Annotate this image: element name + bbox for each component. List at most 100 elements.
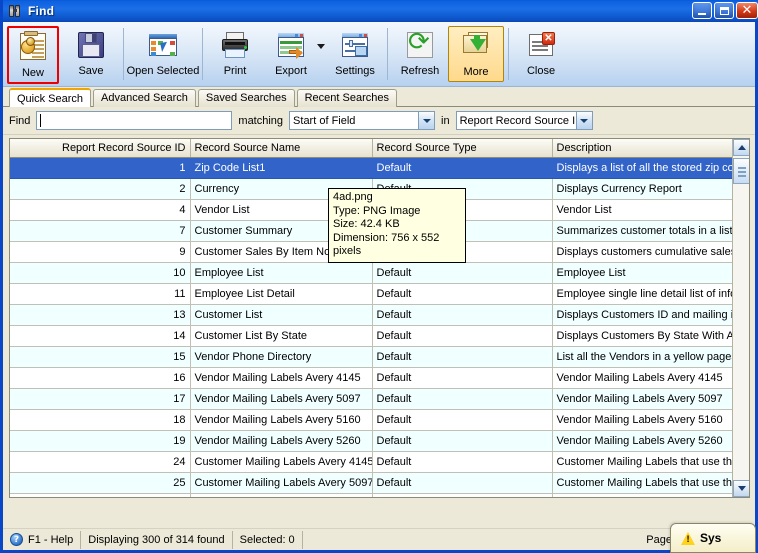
cell-record-source-type: Default [372, 283, 553, 305]
new-button[interactable]: New [7, 26, 59, 84]
print-button[interactable]: Print [207, 26, 263, 82]
close-window-button[interactable]: ✕ [736, 2, 758, 19]
cell-description: Displays Customers ID and mailing in [552, 304, 749, 326]
minimize-button[interactable] [692, 2, 712, 19]
open-selected-button[interactable]: Open Selected [126, 26, 200, 82]
in-select-value: Report Record Source II [459, 114, 576, 127]
cell-record-source-type: Default [372, 325, 553, 347]
title-bar[interactable]: Find ✕ [3, 0, 758, 22]
grid-vertical-scrollbar[interactable] [732, 139, 749, 497]
status-bar: ? F1 - Help Displaying 300 of 314 found … [3, 528, 755, 550]
tab-advanced-search[interactable]: Advanced Search [93, 89, 196, 107]
cell-report-record-source-id: 19 [10, 430, 191, 452]
displaying-label: Displaying 300 of 314 found [88, 533, 225, 546]
table-row[interactable]: 26Customer Mailing Labels Avery 5160Defa… [10, 493, 749, 497]
refresh-button-label: Refresh [400, 65, 440, 77]
export-button[interactable]: Export [263, 26, 325, 82]
cell-record-source-name: Vendor Mailing Labels Avery 5097 [190, 388, 373, 410]
column-header-record-source-type[interactable]: Record Source Type [372, 139, 553, 158]
warning-popup-text: Sys [700, 531, 722, 545]
matching-select[interactable]: Start of Field [289, 111, 436, 130]
file-info-tooltip: 4ad.png Type: PNG Image Size: 42.4 KB Di… [328, 188, 466, 263]
tab-quick-search[interactable]: Quick Search [9, 88, 92, 107]
cell-record-source-type: Default [372, 157, 553, 179]
cell-description: Displays customers cumulative sales [552, 241, 749, 263]
cell-record-source-type: Default [372, 409, 553, 431]
cell-description: Vendor Mailing Labels Avery 4145 [552, 367, 749, 389]
close-button[interactable]: ✕ Close [513, 26, 569, 82]
refresh-button[interactable]: ⟳ Refresh [392, 26, 448, 82]
export-dropdown-arrow-icon[interactable] [317, 44, 325, 49]
new-report-icon [17, 31, 49, 63]
tooltip-size: Size: 42.4 KB [333, 218, 400, 230]
tooltip-type: Type: PNG Image [333, 204, 421, 217]
in-label: in [441, 114, 450, 127]
table-row[interactable]: 13 Customer List Default Displays Customers… [10, 304, 749, 326]
cell-report-record-source-id: 25 [10, 472, 191, 494]
cell-record-source-type: Default [372, 304, 553, 326]
chevron-down-icon[interactable] [418, 112, 435, 129]
tab-saved-searches[interactable]: Saved Searches [197, 89, 295, 107]
help-status-cell[interactable]: ? F1 - Help [3, 530, 82, 549]
tab-advanced-search-label: Advanced Search [101, 92, 188, 104]
save-button[interactable]: Save [63, 26, 119, 82]
printer-icon [219, 29, 251, 61]
column-header-record-source-name[interactable]: Record Source Name [190, 139, 373, 158]
scroll-up-icon[interactable] [733, 139, 749, 156]
table-row[interactable]: 14 Customer List By State Default Displays … [10, 325, 749, 347]
column-header-report-record-source-id[interactable]: Report Record Source ID [10, 139, 191, 158]
toolbar-separator [387, 28, 388, 80]
cell-description: List all the Vendors in a yellow pages [552, 346, 749, 368]
column-header-description[interactable]: Description [552, 139, 749, 158]
window-controls: ✕ [692, 2, 758, 19]
table-row[interactable]: 24 Customer Mailing Labels Avery 4145 Defa… [10, 451, 749, 473]
table-row[interactable]: 17 Vendor Mailing Labels Avery 5097 Defaul… [10, 388, 749, 410]
table-row[interactable]: 25 Customer Mailing Labels Avery 5097 Defa… [10, 472, 749, 494]
chevron-down-icon[interactable] [575, 112, 592, 129]
tooltip-dimension: Dimension: 756 x 552 pixels [333, 231, 440, 258]
tab-recent-searches[interactable]: Recent Searches [296, 89, 397, 107]
export-button-label: Export [275, 65, 307, 77]
selected-status-cell: Selected: 0 [233, 530, 303, 549]
table-row[interactable]: 11 Employee List Detail Default Employee si… [10, 283, 749, 305]
cell-record-source-name: Vendor Mailing Labels Avery 4145 [190, 367, 373, 389]
find-label: Find [9, 114, 31, 127]
toolbar: New Save Open Selected Print Export Sett… [3, 22, 755, 87]
scroll-down-icon[interactable] [733, 480, 749, 497]
question-mark-icon: ? [10, 533, 23, 546]
table-row[interactable]: 1 Zip Code List1 Default Displays a list of… [10, 157, 749, 179]
export-grid-arrow-icon [275, 29, 307, 61]
cell-report-record-source-id: 10 [10, 262, 191, 284]
cell-record-source-type: Default [372, 451, 553, 473]
new-button-label: New [21, 67, 44, 79]
warning-triangle-icon [681, 531, 695, 545]
cell-report-record-source-id: 7 [10, 220, 191, 242]
matching-label: matching [238, 114, 284, 127]
cell-description: Vendor List [552, 199, 749, 221]
cell-description: Customer Mailing Labels that use the [552, 493, 749, 497]
more-button[interactable]: More [448, 26, 504, 82]
folder-down-arrow-icon [460, 30, 492, 62]
table-row[interactable]: 18 Vendor Mailing Labels Avery 5160 Defaul… [10, 409, 749, 431]
search-input[interactable] [36, 111, 233, 130]
maximize-button[interactable] [714, 2, 734, 19]
cell-record-source-name: Customer Mailing Labels Avery 5160 [190, 493, 373, 497]
window-title: Find [28, 4, 55, 18]
cell-record-source-type: Default [372, 262, 553, 284]
system-warning-popup[interactable]: Sys [670, 523, 756, 553]
cell-record-source-name: Employee List Detail [190, 283, 373, 305]
cell-record-source-type: Default [372, 430, 553, 452]
settings-button[interactable]: Settings [327, 26, 383, 82]
open-selected-button-label: Open Selected [126, 65, 200, 77]
cell-record-source-name: Vendor Phone Directory [190, 346, 373, 368]
cell-record-source-name: Employee List [190, 262, 373, 284]
selected-label: Selected: 0 [239, 533, 295, 546]
table-row[interactable]: 16 Vendor Mailing Labels Avery 4145 Defaul… [10, 367, 749, 389]
table-row[interactable]: 19 Vendor Mailing Labels Avery 5260 Defaul… [10, 430, 749, 452]
floppy-disk-icon [75, 29, 107, 61]
scrollbar-thumb[interactable] [733, 158, 749, 184]
in-select[interactable]: Report Record Source II [455, 111, 593, 130]
table-row[interactable]: 15 Vendor Phone Directory Default List all … [10, 346, 749, 368]
table-row[interactable]: 10 Employee List Default Employee List [10, 262, 749, 284]
cell-report-record-source-id: 18 [10, 409, 191, 431]
